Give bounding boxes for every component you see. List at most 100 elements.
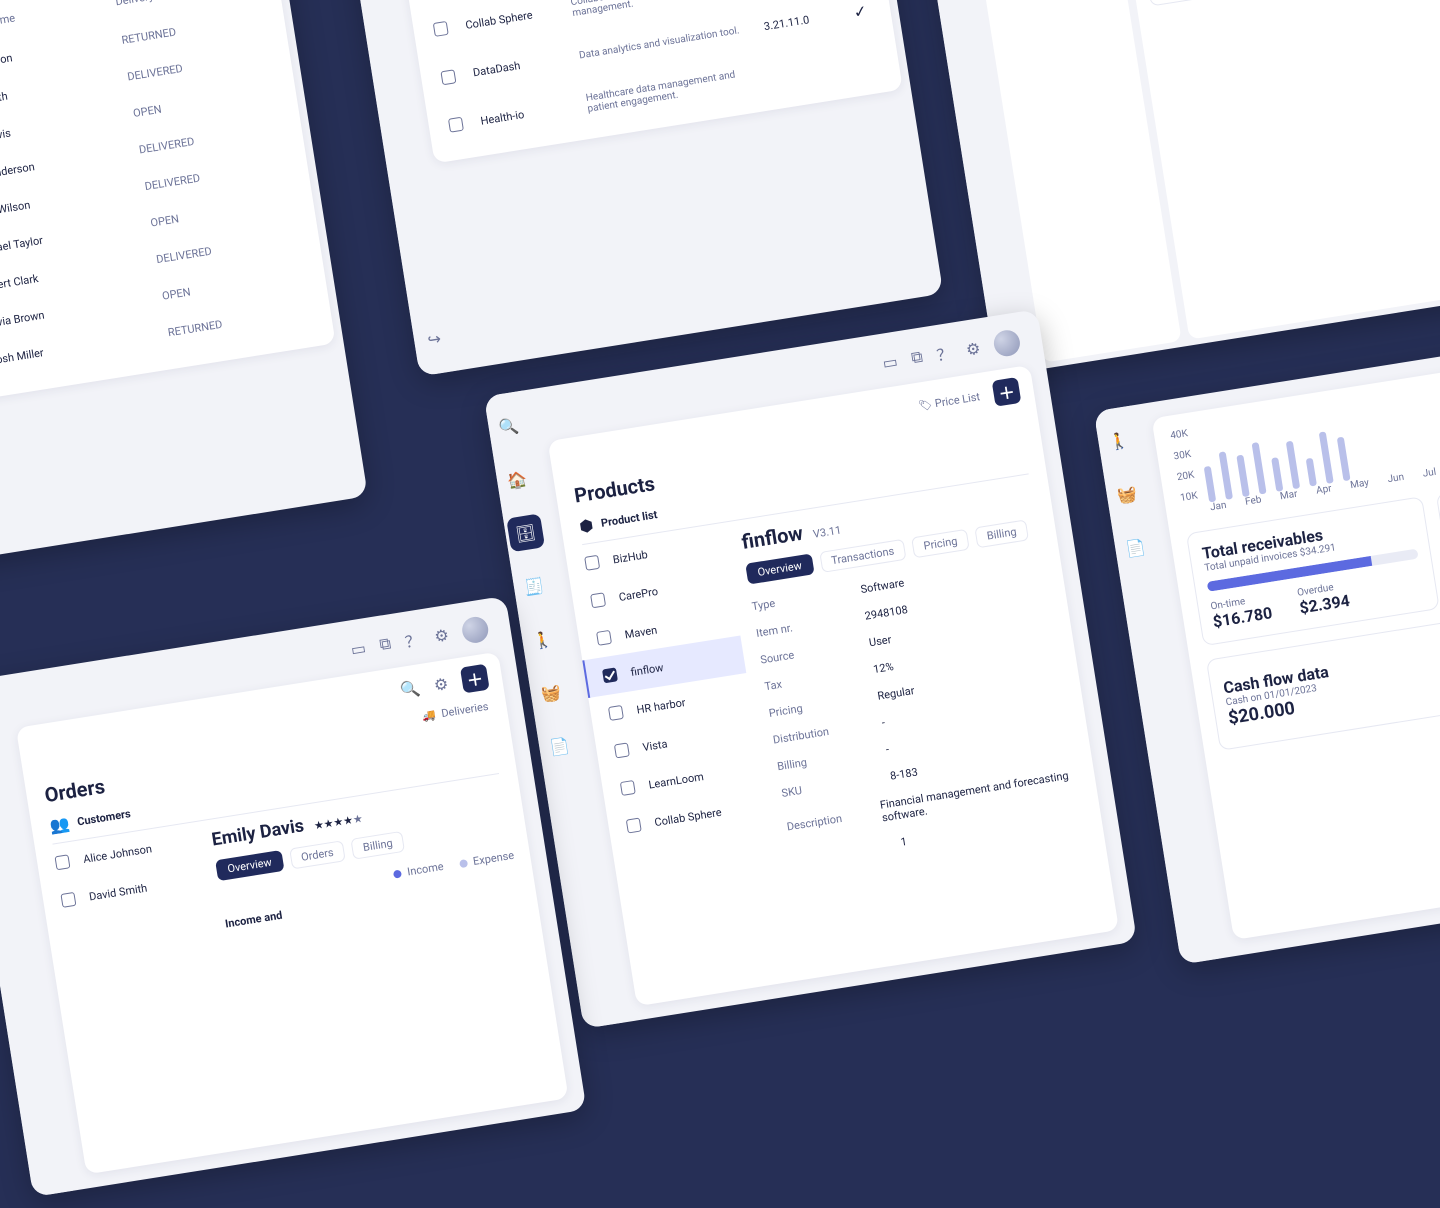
search-icon[interactable]: 🔍 [399, 678, 422, 700]
checkbox-icon[interactable] [440, 69, 456, 85]
panel-orders: 🧾 ▭ ⧉ ？ ⚙ 🔍 ⚙ ＋ 🚚Deliveries Orders [0, 596, 587, 1197]
copy-icon[interactable]: ⧉ [378, 633, 392, 655]
doc-icon[interactable]: 📄 [1116, 528, 1155, 567]
bar [1336, 437, 1350, 482]
tab-transactions[interactable]: Transactions [819, 539, 907, 573]
field-label: Source [759, 640, 850, 667]
home-icon[interactable]: 🏠 [498, 460, 537, 499]
panel-orders-table: ng nr. Customer name Delivery status 22-… [0, 0, 368, 576]
product-name: finflow [630, 661, 665, 679]
search-icon[interactable]: 🔍 [489, 407, 528, 446]
add-button[interactable]: ＋ [992, 377, 1022, 407]
legend-dot-income [393, 869, 402, 878]
panel-finance: 🚶 🧺 📄 40K30K20K10K JanFebMarAprMayJunJul… [1094, 324, 1440, 965]
chart-monthly: 40K30K20K10K JanFebMarAprMayJunJulAugSep [1169, 357, 1440, 518]
folder-icon[interactable]: ▭ [349, 638, 367, 659]
field-value: 1 [900, 835, 908, 849]
bar [1305, 458, 1316, 487]
receivables-box: Receivables$5.400 ↑Expenses$2.300 ↓ [1140, 0, 1252, 6]
field-label: Tax [764, 666, 855, 693]
doc-icon[interactable]: 📄 [540, 727, 579, 766]
panel-products: 🔍🏠🗄🧾🚶🧺📄 ▭ ⧉ ？ ⚙ 🏷 Price List ＋ Products … [484, 309, 1137, 1029]
avatar[interactable] [992, 328, 1022, 358]
cell-app-version: 3.21.11.0 [763, 10, 834, 34]
panel-apps: ↪ HR harbor Human resource and employee … [337, 0, 943, 376]
checkbox-icon[interactable] [448, 117, 464, 133]
help-icon[interactable]: ？ [935, 340, 955, 366]
register-icon[interactable]: 🧾 [515, 567, 554, 606]
field-label: Billing [776, 746, 867, 773]
bar [1318, 432, 1333, 484]
checkbox-icon[interactable] [596, 630, 612, 646]
cell-status: DELIVERED [138, 135, 195, 157]
gear-icon[interactable]: ⚙ [433, 673, 450, 694]
basket-icon[interactable]: 🧺 [1108, 475, 1147, 514]
field-label: Type [751, 586, 842, 613]
field-value: - [885, 743, 890, 756]
tab-billing[interactable]: Billing [974, 519, 1028, 548]
folder-icon[interactable]: ▭ [881, 351, 899, 372]
checkbox-icon[interactable] [60, 892, 76, 908]
field-label: Pricing [768, 693, 859, 720]
field-value: 8-183 [889, 766, 918, 783]
checkbox-icon[interactable] [433, 21, 449, 37]
product-name: Vista [642, 737, 669, 754]
checkbox-icon[interactable] [584, 555, 600, 571]
cell-status: RETURNED [121, 25, 177, 46]
bar [1251, 442, 1266, 494]
list-item[interactable]: Josh Miller [981, 0, 1125, 5]
tab-customers[interactable]: Customers [76, 807, 131, 828]
checkbox-icon[interactable] [614, 742, 630, 758]
payables-card: Total payables Total unpaid bills On-tim… [1436, 462, 1440, 606]
avatar[interactable] [460, 615, 490, 645]
tab-pricing[interactable]: Pricing [911, 529, 970, 559]
field-value: 2948108 [864, 603, 909, 623]
price-list-link[interactable]: 🏷 Price List [917, 390, 981, 413]
bar [1236, 455, 1249, 498]
receivables-card: Total receivables Total unpaid invoices … [1186, 496, 1440, 646]
field-label: Item nr. [755, 613, 846, 640]
checkbox-icon[interactable] [602, 667, 618, 683]
cell-customer: Josh Miller [0, 333, 129, 368]
checkbox-icon[interactable] [620, 780, 636, 796]
checkbox-icon[interactable] [590, 592, 606, 608]
basket-icon[interactable]: 🧺 [532, 673, 571, 712]
gear-icon[interactable]: ⚙ [965, 338, 982, 359]
truck-icon: 🚚 [421, 708, 437, 723]
tab-billing[interactable]: Billing [351, 831, 405, 860]
cell-status: RETURNED [167, 318, 223, 339]
customer-name: Alice Johnson [82, 842, 153, 866]
logout-icon[interactable]: ↪ [415, 319, 454, 358]
bar [1218, 451, 1232, 500]
help-icon[interactable]: ？ [403, 627, 423, 653]
field-label [792, 846, 881, 860]
cell-app-name: DataDash [472, 52, 562, 79]
archive-icon[interactable]: 🗄 [506, 513, 545, 552]
cell-status: DELIVERED [155, 245, 212, 267]
add-button[interactable]: ＋ [460, 664, 490, 694]
product-detail: finflow V3.11 OverviewTransactionsPricin… [723, 472, 1103, 879]
checkbox-icon[interactable] [626, 818, 642, 834]
checkbox-icon[interactable] [608, 705, 624, 721]
tab-overview[interactable]: Overview [215, 850, 284, 881]
gear-icon[interactable]: ⚙ [433, 625, 450, 646]
cell-status: OPEN [132, 103, 162, 120]
checkbox-icon[interactable] [54, 854, 70, 870]
cell-app-version [772, 64, 841, 75]
person-icon[interactable]: 🚶 [1099, 421, 1138, 460]
cell-app-desc: Healthcare data management and patient e… [585, 67, 755, 115]
tab-product-list[interactable]: Product list [600, 508, 658, 530]
customer-name: Emily Davis [210, 815, 305, 850]
tab-overview[interactable]: Overview [745, 553, 814, 584]
product-name: BizHub [612, 548, 649, 566]
person-icon[interactable]: 🚶 [523, 620, 562, 659]
product-name: Maven [624, 623, 658, 641]
copy-icon[interactable]: ⧉ [910, 347, 924, 369]
field-label: Distribution [772, 720, 863, 747]
legend-dot-expense [459, 859, 468, 868]
th-status: Delivery status [115, 0, 188, 8]
field-value: - [881, 716, 886, 729]
product-name: finflow [740, 521, 805, 554]
tab-orders[interactable]: Orders [289, 840, 346, 869]
cell-app-desc: Data analytics and visualization tool. [578, 24, 747, 61]
